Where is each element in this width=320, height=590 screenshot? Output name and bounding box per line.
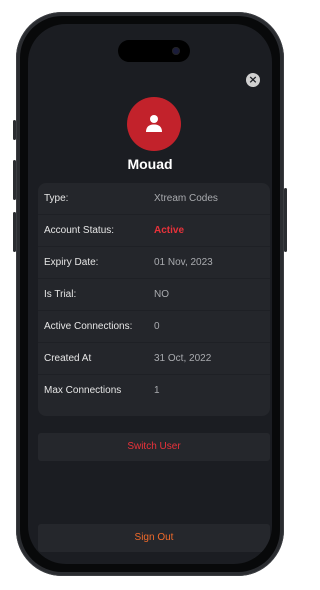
app-screen: × Mouad Type: Xtream Codes Account Statu… (28, 24, 272, 564)
dynamic-island (118, 40, 190, 62)
detail-row-active-connections: Active Connections: 0 (38, 311, 270, 343)
detail-label: Account Status: (44, 225, 115, 236)
account-details-card: Type: Xtream Codes Account Status: Activ… (38, 183, 270, 416)
volume-down-button (13, 212, 16, 252)
detail-label: Expiry Date: (44, 257, 99, 268)
detail-value: NO (154, 289, 169, 300)
detail-value: 01 Nov, 2023 (154, 257, 213, 268)
detail-label: Max Connections (44, 385, 122, 396)
action-button (13, 120, 16, 140)
username: Mouad (127, 156, 173, 172)
sign-out-button[interactable]: Sign Out (38, 524, 270, 552)
detail-value: 1 (154, 385, 160, 396)
detail-label: Type: (44, 193, 69, 204)
detail-value: Xtream Codes (154, 193, 218, 204)
detail-label: Created At (44, 353, 92, 364)
detail-row-expiry-date: Expiry Date: 01 Nov, 2023 (38, 247, 270, 279)
camera-icon (172, 47, 180, 55)
status-badge: Active (154, 225, 185, 236)
phone-bezel: × Mouad Type: Xtream Codes Account Statu… (20, 16, 280, 572)
detail-row-account-status: Account Status: Active (38, 215, 270, 247)
close-icon[interactable]: × (246, 73, 260, 87)
detail-row-created-at: Created At 31 Oct, 2022 (38, 343, 270, 375)
detail-value: 31 Oct, 2022 (154, 353, 212, 364)
volume-up-button (13, 160, 16, 200)
phone-frame: × Mouad Type: Xtream Codes Account Statu… (13, 12, 287, 576)
detail-row-max-connections: Max Connections 1 (38, 375, 270, 406)
detail-row-is-trial: Is Trial: NO (38, 279, 270, 311)
power-button (284, 188, 287, 252)
avatar (127, 97, 181, 151)
switch-user-button[interactable]: Switch User (38, 433, 270, 461)
detail-label: Active Connections: (44, 321, 133, 332)
user-icon (146, 115, 162, 132)
detail-label: Is Trial: (44, 289, 77, 300)
detail-row-type: Type: Xtream Codes (38, 183, 270, 215)
detail-value: 0 (154, 321, 160, 332)
